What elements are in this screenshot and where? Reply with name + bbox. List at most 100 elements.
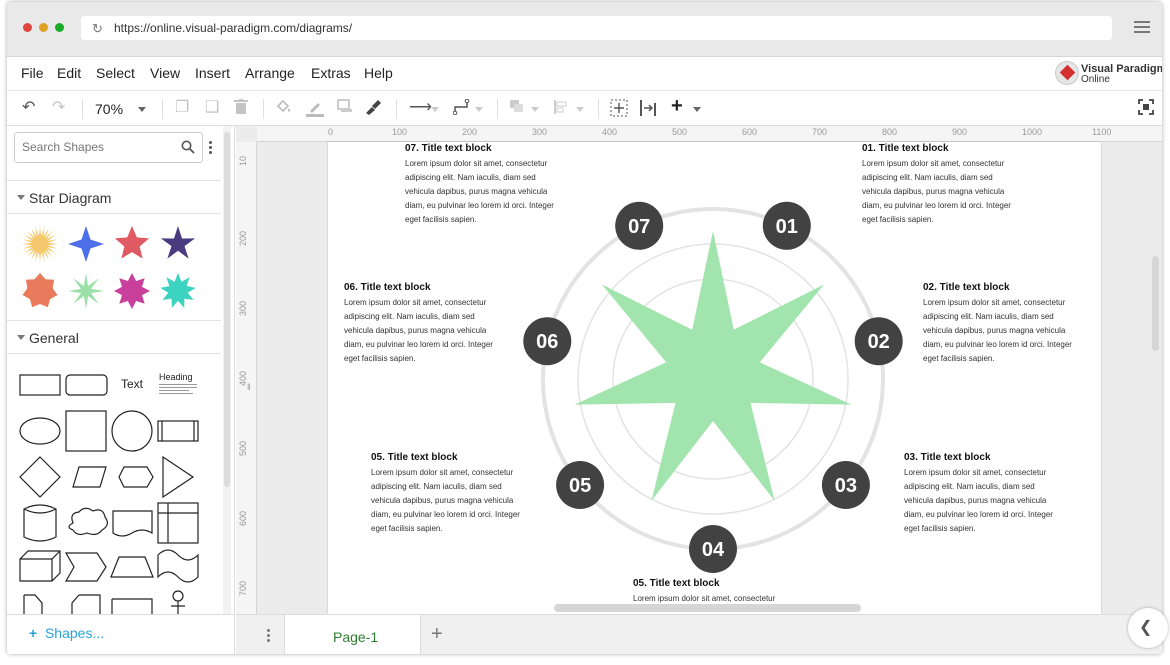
text-block[interactable]: 02. Title text block Lorem ipsum dolor si… <box>923 282 1072 366</box>
menu-select[interactable]: Select <box>96 65 135 81</box>
star-shape-2[interactable] <box>68 226 104 262</box>
minimize-window-dot[interactable] <box>39 23 48 32</box>
connector-style-icon[interactable]: ⟶ <box>409 99 432 117</box>
fit-width-icon[interactable] <box>639 99 657 122</box>
fill-color-icon[interactable] <box>275 99 293 120</box>
to-front-icon[interactable] <box>509 99 525 118</box>
connector-style-dropdown-icon[interactable] <box>431 107 439 112</box>
shape-document[interactable] <box>112 510 153 537</box>
menu-view[interactable]: View <box>150 65 180 81</box>
align-dropdown-icon[interactable] <box>576 107 584 112</box>
star-shape-4[interactable] <box>160 226 196 259</box>
shape-tape[interactable] <box>157 549 199 583</box>
text-block[interactable]: 07. Title text block Lorem ipsum dolor si… <box>405 143 554 227</box>
shape-cloud[interactable] <box>68 507 108 536</box>
reload-icon[interactable]: ↻ <box>92 21 103 37</box>
paste-icon[interactable]: ❑ <box>205 99 219 117</box>
shape-ellipse[interactable] <box>19 417 61 445</box>
sidebar-collapse-handle[interactable]: ‖ <box>247 382 251 392</box>
delete-icon[interactable] <box>234 99 248 120</box>
diagram-page[interactable]: 01 02 03 04 05 06 07 07. Title text block Lorem… <box>328 142 1101 614</box>
shape-step[interactable] <box>64 552 107 582</box>
format-panel-toggle[interactable]: ❮ <box>1128 608 1168 648</box>
menu-file[interactable]: File <box>21 65 44 81</box>
shape-card[interactable] <box>71 594 101 614</box>
browser-menu-icon[interactable] <box>1134 21 1150 34</box>
to-front-dropdown-icon[interactable] <box>531 107 539 112</box>
more-shapes-button[interactable]: + Shapes... <box>29 625 104 641</box>
shape-cube[interactable] <box>19 550 61 582</box>
page-options-icon[interactable] <box>267 629 270 644</box>
visual-paradigm-logo[interactable]: Visual Paradigm Online <box>1055 61 1162 87</box>
shape-container[interactable] <box>157 502 199 544</box>
diagram-canvas[interactable]: 0 100 200 300 400 500 600 700 800 900 1000 1100 10 2… <box>236 126 1162 614</box>
waypoints-dropdown-icon[interactable] <box>475 107 483 112</box>
waypoints-icon[interactable] <box>452 98 471 120</box>
canvas-horizontal-scrollbar[interactable] <box>554 604 861 612</box>
step-node-02[interactable]: 02 <box>854 317 903 366</box>
star-shape-6[interactable] <box>68 273 104 309</box>
shape-callout[interactable] <box>111 598 153 614</box>
star-shape-8[interactable] <box>160 273 196 308</box>
fullscreen-icon[interactable] <box>1138 99 1154 120</box>
step-node-01[interactable]: 01 <box>762 201 811 250</box>
add-page-icon[interactable]: + <box>431 623 443 646</box>
star-shape-7[interactable] <box>114 273 150 309</box>
menu-arrange[interactable]: Arrange <box>245 65 295 81</box>
close-window-dot[interactable] <box>23 23 32 32</box>
sidebar-scrollbar-thumb[interactable] <box>224 132 230 487</box>
line-color-icon[interactable] <box>305 99 325 122</box>
undo-icon[interactable]: ↶ <box>22 99 35 117</box>
shape-circle[interactable] <box>111 410 153 452</box>
shape-hexagon[interactable] <box>118 466 154 488</box>
redo-icon[interactable]: ↷ <box>52 99 65 117</box>
shape-diamond[interactable] <box>19 456 61 498</box>
star-shape-3[interactable] <box>114 226 150 259</box>
section-general[interactable]: General <box>7 320 221 354</box>
shape-cylinder[interactable] <box>23 504 57 542</box>
sidebar-options-icon[interactable] <box>209 141 212 156</box>
zoom-level[interactable]: 70% <box>95 101 123 117</box>
fit-selection-icon[interactable] <box>610 99 628 122</box>
step-node-07[interactable]: 07 <box>615 201 664 250</box>
canvas-vertical-scrollbar[interactable] <box>1152 256 1159 351</box>
shape-process[interactable] <box>157 420 199 442</box>
insert-plus-icon[interactable]: + <box>671 96 683 116</box>
shape-text[interactable]: Text <box>121 377 143 391</box>
shape-triangle[interactable] <box>162 455 195 499</box>
text-block[interactable]: 06. Title text block Lorem ipsum dolor si… <box>344 282 493 366</box>
star-shape-1[interactable] <box>22 226 58 262</box>
shape-rounded-rectangle[interactable] <box>65 374 108 396</box>
align-icon[interactable] <box>553 99 569 120</box>
maximize-window-dot[interactable] <box>55 23 64 32</box>
shape-parallelogram[interactable] <box>72 466 107 488</box>
step-node-03[interactable]: 03 <box>821 461 870 509</box>
shape-rectangle[interactable] <box>19 374 61 396</box>
text-block[interactable]: 05. Title text block Lorem ipsum dolor si… <box>371 452 520 536</box>
shape-actor[interactable] <box>172 590 184 602</box>
central-star[interactable] <box>574 231 852 501</box>
shape-heading[interactable]: Heading <box>159 372 193 382</box>
text-block[interactable]: 03. Title text block Lorem ipsum dolor si… <box>904 452 1053 536</box>
tab-page-1[interactable]: Page-1 <box>284 615 421 654</box>
search-icon[interactable] <box>181 140 195 159</box>
step-node-06[interactable]: 06 <box>523 317 572 366</box>
format-painter-icon[interactable] <box>364 99 382 120</box>
shape-square[interactable] <box>65 410 107 452</box>
step-node-04[interactable]: 04 <box>689 525 737 573</box>
menu-help[interactable]: Help <box>364 65 393 81</box>
menu-edit[interactable]: Edit <box>57 65 81 81</box>
sidebar-scrollbar[interactable] <box>223 126 231 614</box>
menu-insert[interactable]: Insert <box>195 65 230 81</box>
text-block[interactable]: 01. Title text block Lorem ipsum dolor si… <box>862 143 1011 227</box>
text-block[interactable]: 05. Title text block Lorem ipsum dolor si… <box>633 578 775 606</box>
menu-extras[interactable]: Extras <box>311 65 351 81</box>
shape-trapezoid[interactable] <box>110 556 154 578</box>
copy-icon[interactable]: ❐ <box>175 99 189 117</box>
shape-note[interactable] <box>24 594 43 614</box>
search-shapes-input[interactable] <box>22 140 172 154</box>
shadow-icon[interactable] <box>337 99 353 118</box>
insert-dropdown-icon[interactable] <box>693 107 701 112</box>
star-shape-5[interactable] <box>22 273 58 308</box>
step-node-05[interactable]: 05 <box>556 461 605 509</box>
